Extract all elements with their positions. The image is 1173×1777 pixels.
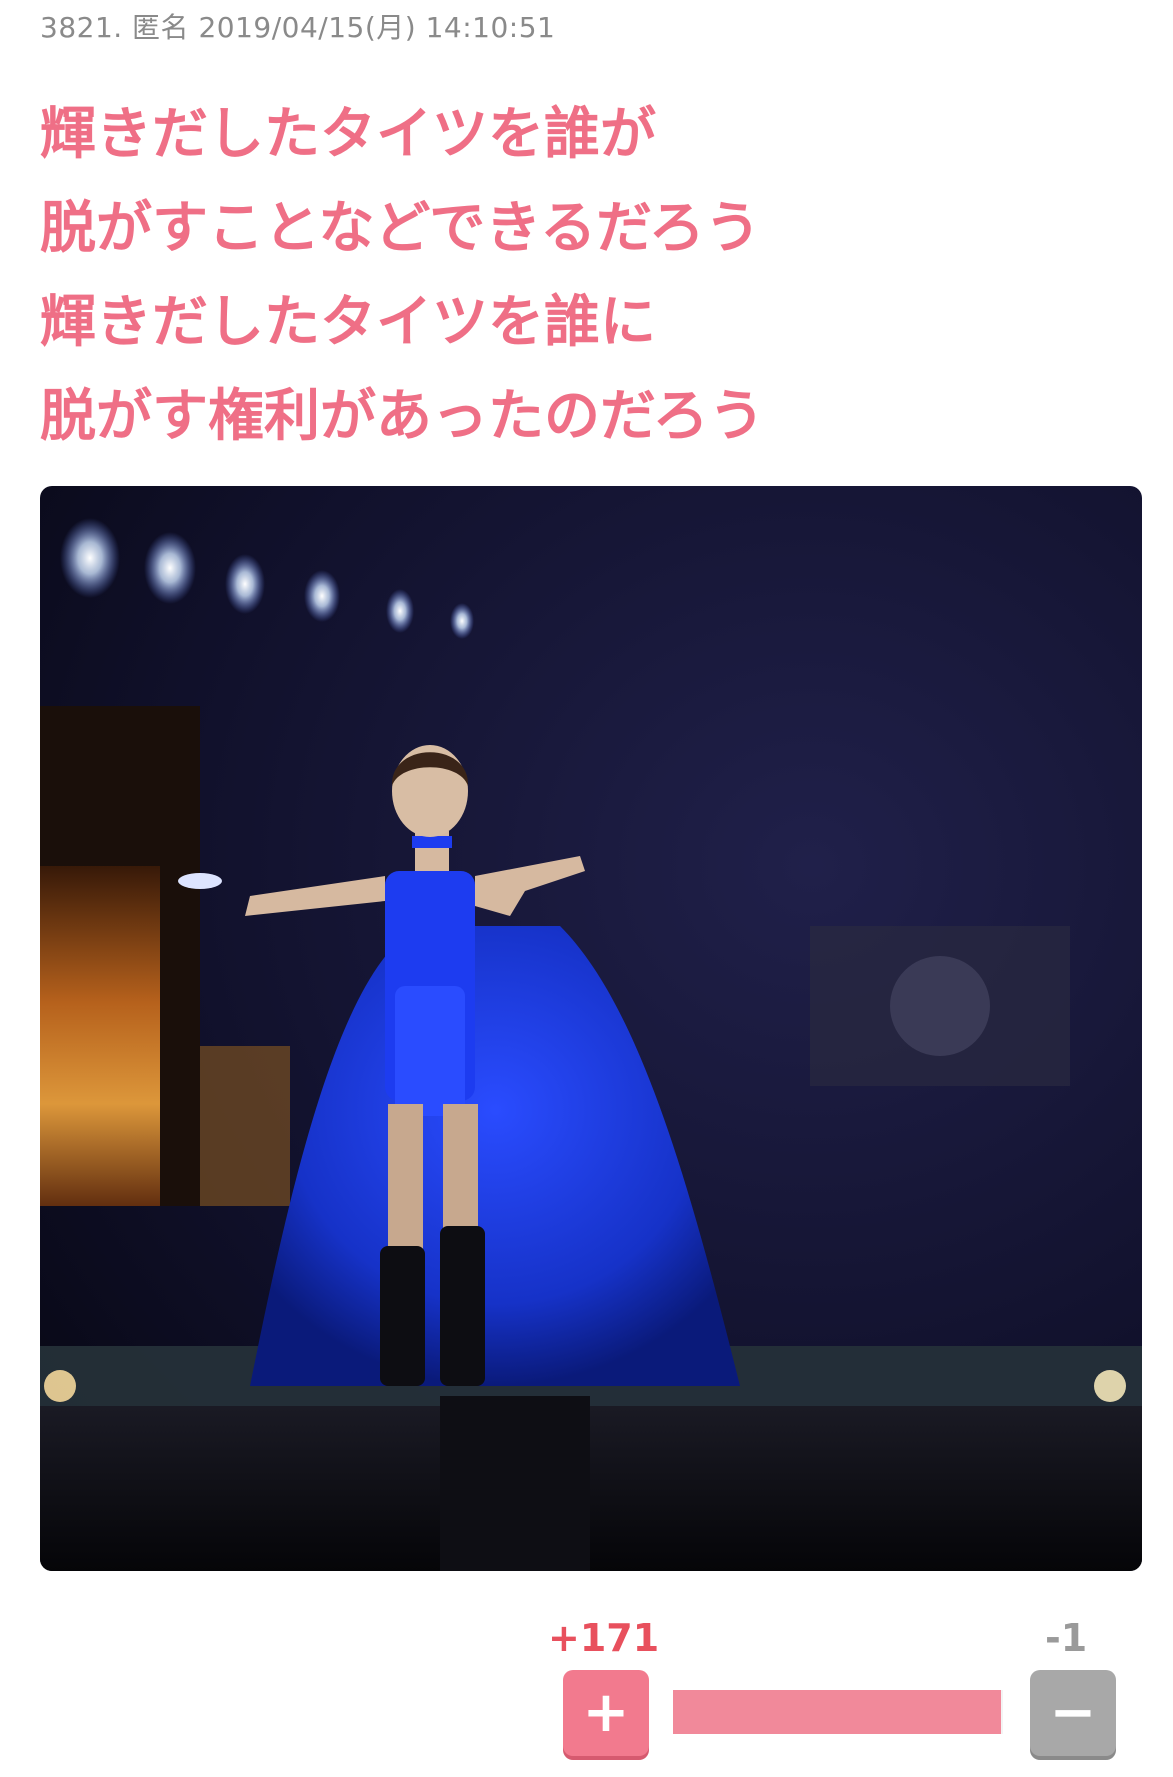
plus-icon: +: [582, 1680, 630, 1745]
comment-image[interactable]: [40, 486, 1142, 1571]
minus-icon: −: [1049, 1680, 1097, 1745]
vote-ratio-bar: [673, 1690, 1003, 1734]
minus-vote-count: -1: [1045, 1616, 1088, 1660]
vote-ratio-fill: [673, 1690, 1002, 1734]
minus-vote-button[interactable]: −: [1030, 1670, 1116, 1756]
plus-vote-count: +171: [548, 1616, 660, 1660]
stage-lights: [60, 518, 474, 639]
comment-line-4: 脱がす権利があったのだろう: [40, 384, 765, 449]
concert-photo: [40, 518, 1142, 1571]
comment-line-1: 輝きだしたタイツを誰が: [40, 102, 656, 167]
comment-line-3: 輝きだしたタイツを誰に: [40, 290, 656, 355]
plus-vote-button[interactable]: +: [563, 1670, 649, 1756]
vote-area: +171 -1 + −: [0, 1600, 1173, 1777]
comment-meta: 3821. 匿名 2019/04/15(月) 14:10:51: [40, 11, 556, 44]
comment-body: 輝きだしたタイツを誰が 脱がすことなどできるだろう 輝きだしたタイツを誰に 脱が…: [40, 88, 1130, 464]
comment-line-2: 脱がすことなどできるだろう: [40, 196, 761, 261]
